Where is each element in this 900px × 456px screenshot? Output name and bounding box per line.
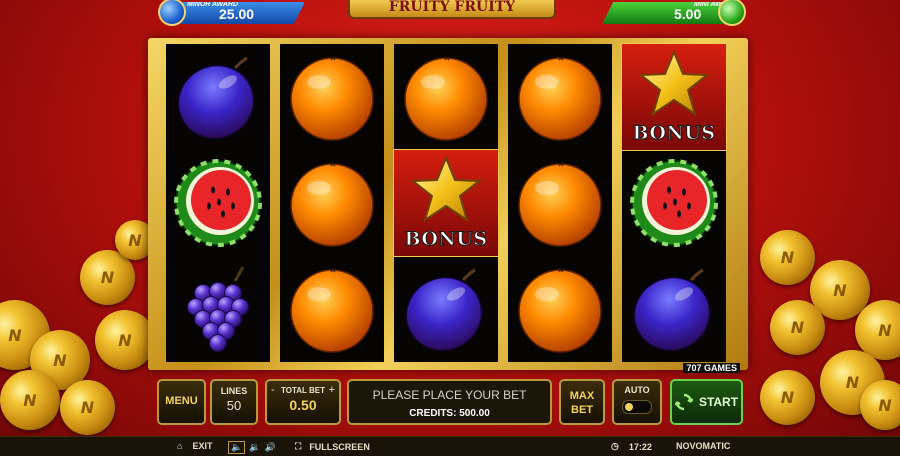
sound-controls: 🔈 🔉 🔊 (228, 441, 276, 454)
plum-icon (405, 268, 483, 352)
control-panel: MENU LINES 50 - + TOTAL BET 0.50 PLEASE … (0, 374, 900, 434)
watermelon-icon (630, 159, 718, 247)
start-label: START (698, 395, 739, 409)
symbol-orange (508, 256, 612, 362)
symbol-bonus-star: BONUS (621, 43, 727, 151)
watermelon-icon (174, 159, 262, 247)
symbol-orange (280, 150, 384, 256)
game-logo-text: FRUITY FRUITY (388, 0, 516, 15)
symbol-orange (508, 150, 612, 256)
orange-icon (518, 57, 602, 141)
exit-button[interactable]: ⌂ EXIT (177, 441, 212, 451)
menu-label: MENU (165, 395, 198, 407)
lines-label: LINES (220, 386, 248, 396)
auto-label: AUTO (624, 385, 650, 395)
novomatic-brand: NOVOMATIC (676, 441, 730, 451)
bonus-label: BONUS (632, 122, 716, 145)
auto-button[interactable]: AUTO (612, 379, 662, 425)
bonus-label: BONUS (404, 228, 488, 251)
menu-button[interactable]: MENU (157, 379, 206, 425)
symbol-watermelon (622, 150, 726, 256)
orange-icon (290, 163, 374, 247)
orange-icon (290, 57, 374, 141)
plum-icon (177, 56, 255, 140)
brand-label: NOVOMATIC (676, 441, 731, 451)
bet-decrease-button[interactable]: - (271, 384, 275, 396)
provider-badge: 707 GAMES (683, 363, 740, 373)
symbol-orange (394, 44, 498, 150)
clock-icon: ◷ (611, 441, 619, 451)
game-logo: FRUITY FRUITY (348, 0, 556, 19)
reel-4 (508, 44, 612, 362)
symbol-orange (280, 256, 384, 362)
reels-frame: BONUS BONUS 707 GAMES (148, 38, 748, 373)
orange-icon (404, 57, 488, 141)
total-bet-control: - + TOTAL BET 0.50 (265, 379, 341, 425)
auto-toggle-icon (622, 400, 652, 414)
plum-icon (633, 268, 711, 352)
reel-1 (166, 44, 270, 362)
mini-award-value: 5.00 (674, 6, 702, 22)
star-icon (639, 50, 709, 116)
grapes-icon (187, 266, 249, 352)
clock: ◷ 17:22 (611, 441, 652, 452)
credits-value: CREDITS: 500.00 (409, 408, 490, 419)
max-bet-button[interactable]: MAX BET (559, 379, 605, 425)
minor-award-value: 25.00 (219, 6, 255, 22)
fullscreen-icon: ⛶ (295, 441, 302, 451)
symbol-orange (508, 44, 612, 150)
spin-arrows-icon (674, 393, 693, 411)
reel-5: BONUS (621, 43, 727, 362)
orange-icon (518, 163, 602, 247)
minor-award: MINOR AWARD 25.00 (165, 2, 305, 24)
speaker-high-icon[interactable]: 🔊 (264, 442, 275, 453)
message-display: PLEASE PLACE YOUR BET CREDITS: 500.00 (347, 379, 552, 425)
speaker-mute-icon[interactable]: 🔈 (228, 441, 246, 454)
orange-icon (518, 269, 602, 353)
total-bet-value: 0.50 (289, 397, 317, 413)
symbol-watermelon (166, 150, 270, 256)
symbol-plum (166, 44, 270, 150)
status-bar: ⌂ EXIT 🔈 🔉 🔊 ⛶ FULLSCREEN ◷ 17:22 NOVOMA… (0, 436, 900, 456)
symbol-bonus-star: BONUS (393, 149, 499, 257)
fullscreen-button[interactable]: ⛶ FULLSCREEN (295, 441, 370, 452)
orange-icon (290, 269, 374, 353)
symbol-orange (280, 44, 384, 150)
reel-3: BONUS (393, 44, 499, 362)
max-bet-label: MAX BET (569, 390, 595, 416)
clock-time: 17:22 (628, 441, 652, 452)
symbol-grapes (166, 256, 270, 362)
bet-message: PLEASE PLACE YOUR BET (372, 388, 527, 402)
lines-display[interactable]: LINES 50 (210, 379, 258, 425)
reel-2 (280, 44, 384, 362)
fullscreen-label: FULLSCREEN (309, 441, 370, 452)
mini-award-orb-icon (718, 0, 746, 26)
bet-increase-button[interactable]: + (329, 384, 335, 396)
symbol-plum (394, 256, 498, 362)
exit-label: EXIT (192, 441, 213, 451)
lines-value: 50 (226, 398, 242, 413)
start-button[interactable]: START (670, 379, 743, 425)
symbol-plum (622, 256, 726, 362)
star-icon (411, 156, 481, 222)
speaker-low-icon[interactable]: 🔉 (249, 442, 260, 453)
home-icon: ⌂ (177, 441, 183, 451)
